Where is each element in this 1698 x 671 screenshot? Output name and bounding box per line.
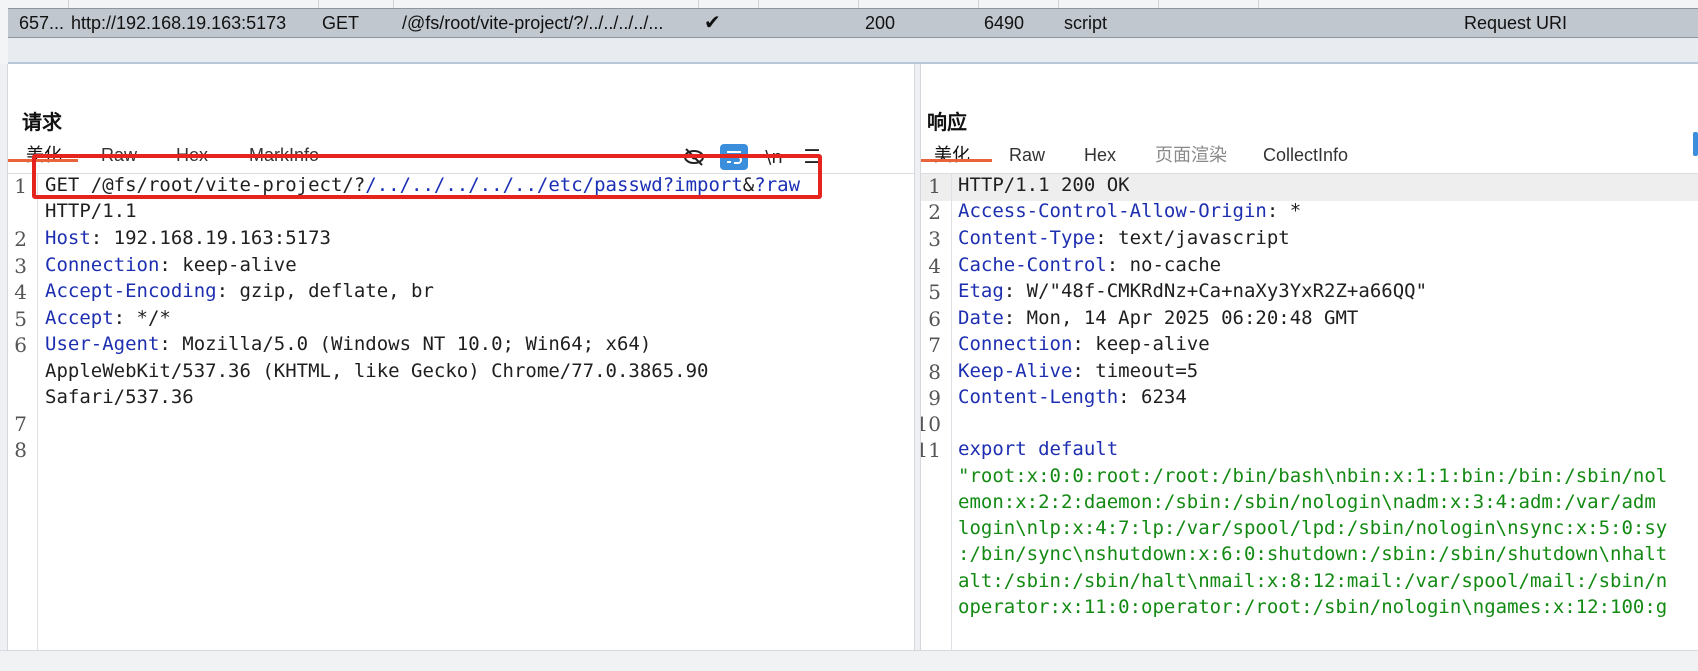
request-line-useragent-wrap: AppleWebKit/537.36 (KHTML, like Gecko) C… <box>45 360 709 382</box>
request-title: 请求 <box>22 112 62 134</box>
response-gutter: 1 2 3 4 5 6 7 8 9 10 11 <box>921 174 952 670</box>
request-line-useragent: User-Agent: Mozilla/5.0 (Windows NT 10.0… <box>45 333 652 355</box>
response-body-line: "root:x:0:0:root:/root:/bin/bash\nbin:x:… <box>958 465 1668 487</box>
history-table: 657... http://192.168.19.163:5173 GET /@… <box>0 0 1698 64</box>
response-header-connection: Connection: keep-alive <box>958 333 1210 355</box>
line-number: 4 <box>928 254 941 278</box>
line-number: 8 <box>928 360 941 384</box>
line-number: 1 <box>14 174 27 198</box>
line-number: 2 <box>928 200 941 224</box>
line-number: 9 <box>928 386 941 410</box>
wrap-icon[interactable] <box>1693 132 1698 156</box>
request-line-1-wrap: HTTP/1.1 <box>45 200 137 222</box>
response-header-acao: Access-Control-Allow-Origin: * <box>958 200 1302 222</box>
response-body-export: export default <box>958 438 1119 460</box>
response-header-cache-control: Cache-Control: no-cache <box>958 254 1222 276</box>
line-number: 6 <box>14 333 27 357</box>
response-body-line: operator:x:11:0:operator:/root:/sbin/nol… <box>958 596 1668 618</box>
line-number: 11 <box>921 438 941 462</box>
history-mime: script <box>1064 13 1108 33</box>
response-body-line: :/bin/sync\nshutdown:x:6:0:shutdown:/sbi… <box>958 543 1668 565</box>
line-number: 1 <box>928 174 941 198</box>
line-number: 10 <box>921 412 941 436</box>
response-header-etag: Etag: W/"48f-CMKRdNz+Ca+naXy3YxR2Z+a66QQ… <box>958 280 1428 302</box>
response-header-content-length: Content-Length: 6234 <box>958 386 1187 408</box>
response-editor[interactable]: 1 2 3 4 5 6 7 8 9 10 11 HTTP/1.1 200 OK … <box>921 174 1698 670</box>
tab-hex[interactable]: Hex <box>1084 142 1116 168</box>
response-status-line: HTTP/1.1 200 OK <box>958 174 1130 196</box>
bottom-toolbar <box>0 650 1698 671</box>
line-number: 3 <box>928 227 941 251</box>
tab-render[interactable]: 页面渲染 <box>1155 142 1227 168</box>
active-tab-indicator <box>921 159 992 162</box>
history-header-stubs <box>8 0 1698 8</box>
history-id: 657... <box>19 13 65 33</box>
pane-splitter[interactable] <box>914 64 921 670</box>
tab-collectinfo[interactable]: CollectInfo <box>1263 142 1348 168</box>
request-line-host: Host: 192.168.19.163:5173 <box>45 227 331 249</box>
response-pane: 响应 美化 Raw Hex 页面渲染 CollectInfo 1 2 3 4 5… <box>921 64 1698 670</box>
line-number: 6 <box>928 307 941 331</box>
history-row-selected[interactable]: 657... http://192.168.19.163:5173 GET /@… <box>8 8 1698 38</box>
line-number: 7 <box>928 333 941 357</box>
request-pane: 请求 美化 Raw Hex MarkInfo \n ☰ 1 2 3 4 5 6 … <box>8 64 914 670</box>
request-line-useragent-wrap: Safari/537.36 <box>45 386 194 408</box>
history-table-bottom <box>8 38 1698 64</box>
request-line-accept: Accept: */* <box>45 307 171 329</box>
line-number: 2 <box>14 227 27 251</box>
line-number: 5 <box>14 307 27 331</box>
request-gutter: 1 2 3 4 5 6 7 8 <box>8 174 38 670</box>
request-editor[interactable]: 1 2 3 4 5 6 7 8 GET /@fs/root/vite-proje… <box>8 174 914 670</box>
line-number: 3 <box>14 254 27 278</box>
request-line-connection: Connection: keep-alive <box>45 254 297 276</box>
history-length: 6490 <box>984 13 1025 33</box>
response-body-line: alt:/sbin:/sbin/halt\nmail:x:8:12:mail:/… <box>958 570 1668 592</box>
history-method: GET <box>322 13 360 33</box>
history-host: http://192.168.19.163:5173 <box>71 13 287 33</box>
response-body-line: login\nlp:x:4:7:lp:/var/spool/lpd:/sbin/… <box>958 517 1668 539</box>
history-notes: Request URI <box>1464 13 1568 33</box>
request-line-encoding: Accept-Encoding: gzip, deflate, br <box>45 280 434 302</box>
check-icon: ✔ <box>704 12 721 34</box>
tab-pretty[interactable]: 美化 <box>934 142 970 168</box>
highlight-box <box>32 154 822 199</box>
response-header-keepalive: Keep-Alive: timeout=5 <box>958 360 1199 382</box>
line-number: 5 <box>928 280 941 304</box>
tab-raw[interactable]: Raw <box>1009 142 1045 168</box>
response-header-content-type: Content-Type: text/javascript <box>958 227 1290 249</box>
line-number: 8 <box>14 438 27 462</box>
history-url: /@fs/root/vite-project/?/../../../../... <box>402 13 664 33</box>
response-title: 响应 <box>927 112 967 134</box>
history-status: 200 <box>865 13 896 33</box>
line-number: 7 <box>14 412 27 436</box>
response-header-date: Date: Mon, 14 Apr 2025 06:20:48 GMT <box>958 307 1359 329</box>
response-body-line: emon:x:2:2:daemon:/sbin:/sbin/nologin\na… <box>958 491 1656 513</box>
left-edge <box>0 64 8 670</box>
line-number: 4 <box>14 280 27 304</box>
